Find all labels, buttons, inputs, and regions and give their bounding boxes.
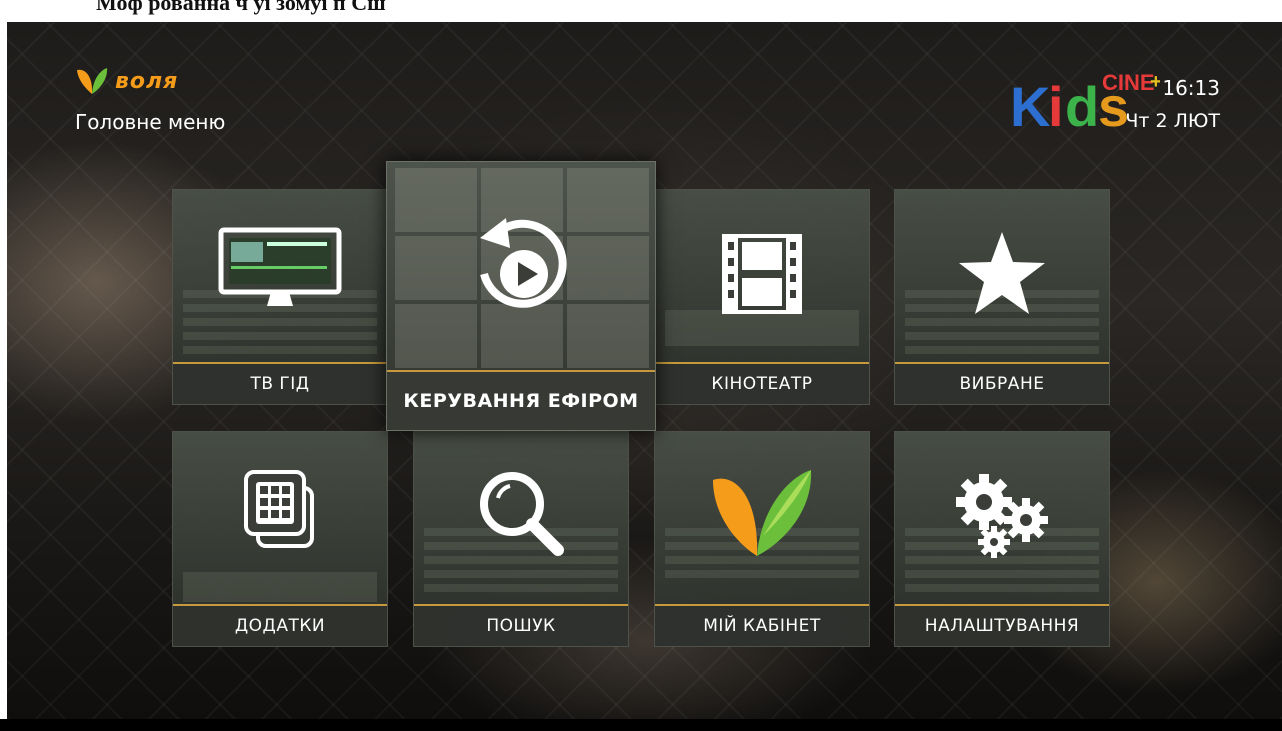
tile-label-bar: ВИБРАНЕ [895,362,1109,404]
tile-label: КІНОТЕАТР [711,374,813,394]
clock-date: Чт 2 ЛЮТ [1125,110,1220,132]
tile-label: ДОДАТКИ [234,616,326,636]
tile-label-bar: КІНОТЕАТР [655,362,869,404]
tile-label-bar: КЕРУВАННЯ ЕФІРОМ [387,370,655,430]
top-caption-strip: Моф рованна ч уі зомуі п Сш [0,0,1282,22]
tile-label-bar: ДОДАТКИ [173,604,387,646]
apps-grid-icon [244,470,314,548]
tile-cinema[interactable]: КІНОТЕАТР [654,189,870,405]
page-title: Головне меню [75,110,226,134]
tile-label-bar: ПОШУК [414,604,628,646]
bottom-strip [0,719,1282,731]
tv-screen: воля Головне меню K i d s CINE + 16:13 Ч… [7,22,1282,719]
tile-label: МІЙ КАБІНЕТ [703,616,821,636]
tile-label-bar: МІЙ КАБІНЕТ [655,604,869,646]
tile-label: ВИБРАНЕ [959,374,1045,394]
tile-tv-guide[interactable]: ТВ ГІД [172,189,388,405]
svg-text:+: + [1150,71,1160,93]
svg-text:i: i [1048,75,1064,132]
volia-leaf-icon [77,68,108,94]
replay-play-icon [480,218,567,308]
tile-settings[interactable]: НАЛАШТУВАННЯ [894,431,1110,647]
tile-label-bar: НАЛАШТУВАННЯ [895,604,1109,646]
tile-search[interactable]: ПОШУК [413,431,629,647]
brand-name: воля [115,68,179,94]
tile-label: КЕРУВАННЯ ЕФІРОМ [403,390,639,412]
tile-label: ПОШУК [486,616,556,636]
magnifier-icon [480,472,564,556]
star-icon [959,232,1045,314]
tile-label-bar: ТВ ГІД [173,362,387,404]
gears-icon [956,474,1048,558]
clock-time: 16:13 [1162,76,1220,100]
tile-label: НАЛАШТУВАННЯ [924,616,1080,636]
tile-apps[interactable]: ДОДАТКИ [172,431,388,647]
svg-text:CINE: CINE [1102,70,1155,95]
film-strip-icon [722,234,802,314]
brand-logo: воля [75,66,178,96]
volia-leaf-icon [713,470,812,556]
svg-text:d: d [1065,75,1099,132]
tile-label: ТВ ГІД [250,374,310,394]
svg-text:K: K [1010,75,1050,132]
tv-monitor-icon [218,227,342,306]
top-caption: Моф рованна ч уі зомуі п Сш [96,0,386,15]
tile-favorites[interactable]: ВИБРАНЕ [894,189,1110,405]
tile-my-account[interactable]: МІЙ КАБІНЕТ [654,431,870,647]
tile-playback-control[interactable]: КЕРУВАННЯ ЕФІРОМ [386,161,656,431]
